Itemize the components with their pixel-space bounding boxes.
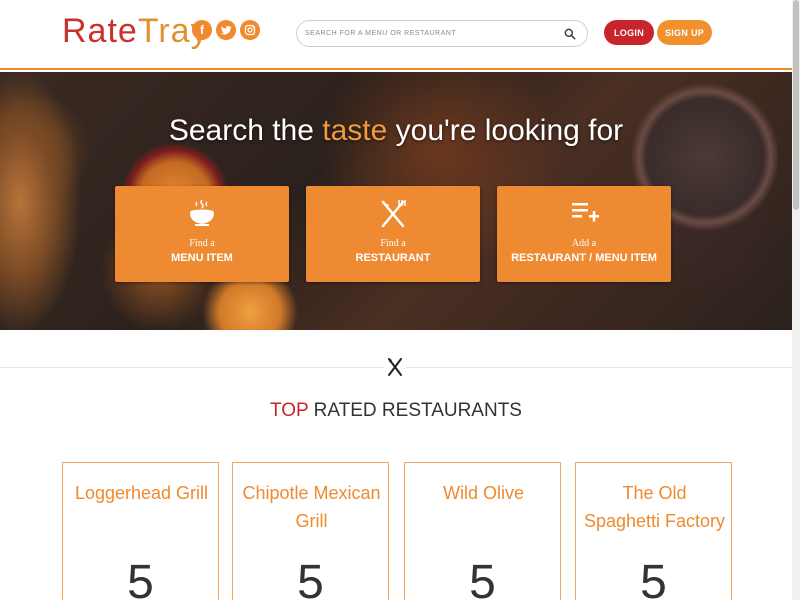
card-subtitle: Find a [380, 238, 406, 249]
food-bowl-icon [190, 199, 214, 226]
restaurant-rating: 5 [640, 556, 667, 600]
hero-title-pre: Search the [168, 114, 323, 147]
card-subtitle: Find a [189, 238, 215, 249]
find-restaurant-card[interactable]: Find a RESTAURANT [306, 186, 480, 282]
find-menu-item-card[interactable]: Find a MENU ITEM [115, 186, 289, 282]
facebook-icon[interactable]: f [192, 20, 212, 40]
hero-title: Search the taste you're looking for [0, 114, 792, 148]
login-button[interactable]: LOGIN [604, 20, 654, 45]
search-icon[interactable] [563, 27, 577, 41]
twitter-icon[interactable] [216, 20, 236, 40]
hero-background-dish [0, 72, 80, 330]
card-subtitle: Add a [571, 238, 597, 249]
page-scrollbar[interactable] [792, 0, 800, 600]
search-input[interactable] [305, 24, 553, 43]
restaurant-name[interactable]: Loggerhead Grill [69, 479, 214, 507]
ratetray-logo[interactable]: RateTray [62, 12, 209, 51]
social-links: f [192, 20, 260, 40]
restaurant-rating: 5 [127, 556, 154, 600]
card-title: MENU ITEM [171, 252, 233, 264]
restaurant-rating: 5 [469, 556, 496, 600]
restaurant-card[interactable]: Wild Olive 5 [404, 462, 561, 600]
restaurant-rating: 5 [297, 556, 324, 600]
restaurant-name[interactable]: Chipotle Mexican Grill [239, 479, 384, 535]
restaurant-name[interactable]: Wild Olive [411, 479, 556, 507]
restaurant-name[interactable]: The Old Spaghetti Factory [582, 479, 727, 535]
site-header: RateTray f LOGIN SIGN UP [0, 0, 792, 70]
fork-knife-divider-icon [384, 356, 406, 378]
add-restaurant-menu-item-card[interactable]: Add a RESTAURANT / MENU ITEM [497, 186, 671, 282]
top-rated-heading: TOP RATED RESTAURANTS [0, 400, 792, 422]
restaurant-card[interactable]: Chipotle Mexican Grill 5 [232, 462, 389, 600]
card-title: RESTAURANT / MENU ITEM [511, 252, 657, 264]
card-title: RESTAURANT [355, 252, 431, 264]
heading-rest: RATED RESTAURANTS [308, 400, 522, 421]
signup-button[interactable]: SIGN UP [657, 20, 712, 45]
hero-title-post: you're looking for [387, 114, 624, 147]
instagram-icon[interactable] [240, 20, 260, 40]
restaurant-card[interactable]: Loggerhead Grill 5 [62, 462, 219, 600]
fork-knife-icon [381, 200, 406, 228]
hero-banner: Search the taste you're looking for Find… [0, 72, 792, 330]
search-bar [296, 20, 588, 47]
logo-text-rate: Rate [62, 12, 138, 50]
restaurant-card[interactable]: The Old Spaghetti Factory 5 [575, 462, 732, 600]
heading-accent: TOP [270, 400, 309, 421]
add-list-icon [572, 203, 599, 222]
hero-title-highlight: taste [322, 114, 388, 147]
scrollbar-thumb[interactable] [793, 0, 799, 210]
